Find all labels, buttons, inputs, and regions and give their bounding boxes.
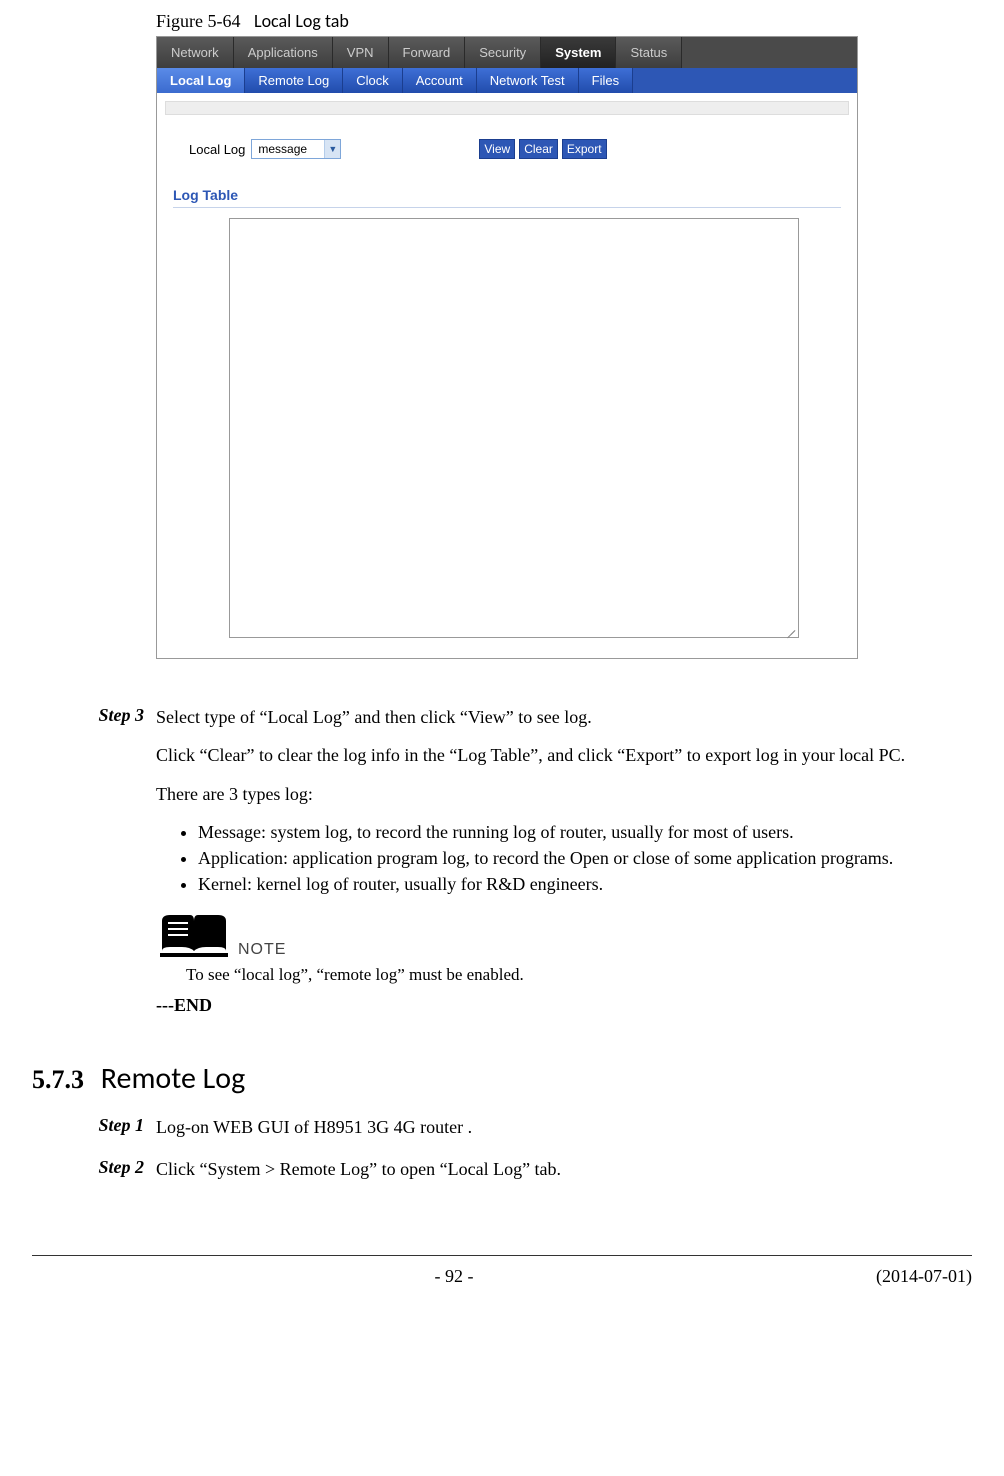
section-number: 5.7.3: [32, 1065, 84, 1094]
tab-security[interactable]: Security: [465, 37, 541, 68]
subtab-account[interactable]: Account: [403, 68, 477, 93]
tab-network[interactable]: Network: [157, 37, 234, 68]
tab-system[interactable]: System: [541, 37, 616, 68]
chevron-down-icon: ▼: [324, 140, 340, 158]
select-value: message: [252, 142, 324, 156]
sub-tab-bar: Local Log Remote Log Clock Account Netwo…: [157, 68, 857, 93]
subtab-local-log[interactable]: Local Log: [157, 68, 245, 93]
subtab-remote-log[interactable]: Remote Log: [245, 68, 343, 93]
figure-number: Figure 5-64: [156, 11, 241, 31]
remote-step2-label: Step 2: [32, 1157, 156, 1195]
end-marker: ---END: [156, 995, 972, 1016]
log-table-header: Log Table: [173, 187, 841, 208]
step3-p1: Select type of “Local Log” and then clic…: [156, 705, 972, 729]
step3-label: Step 3: [32, 705, 156, 1016]
remote-step1-text: Log-on WEB GUI of H8951 3G 4G router .: [156, 1115, 972, 1139]
clear-button[interactable]: Clear: [519, 139, 558, 159]
page-footer: - 92 - (2014-07-01): [32, 1255, 972, 1287]
resize-handle-icon[interactable]: [786, 625, 796, 635]
bullet-application: Application: application program log, to…: [198, 846, 972, 870]
local-log-label: Local Log: [189, 142, 245, 157]
figure-title: Local Log tab: [254, 10, 349, 32]
tab-vpn[interactable]: VPN: [333, 37, 389, 68]
tab-status[interactable]: Status: [616, 37, 682, 68]
view-button[interactable]: View: [479, 139, 515, 159]
tab-applications[interactable]: Applications: [234, 37, 333, 68]
note-book-icon: [156, 907, 232, 959]
local-log-select[interactable]: message ▼: [251, 139, 341, 159]
page-number: - 92 -: [32, 1266, 876, 1287]
step3-p3: There are 3 types log:: [156, 782, 972, 806]
top-tab-bar: Network Applications VPN Forward Securit…: [157, 37, 857, 68]
section-remote-log: 5.7.3 Remote Log: [32, 1060, 972, 1097]
subtab-network-test[interactable]: Network Test: [477, 68, 579, 93]
tab-forward[interactable]: Forward: [389, 37, 466, 68]
log-types-list: Message: system log, to record the runni…: [156, 820, 972, 897]
remote-step1-label: Step 1: [32, 1115, 156, 1153]
bullet-kernel: Kernel: kernel log of router, usually fo…: [198, 872, 972, 896]
subtab-clock[interactable]: Clock: [343, 68, 403, 93]
subtab-files[interactable]: Files: [579, 68, 633, 93]
bullet-message: Message: system log, to record the runni…: [198, 820, 972, 844]
export-button[interactable]: Export: [562, 139, 607, 159]
figure-caption: Figure 5-64 Local Log tab: [156, 10, 972, 32]
log-table-textarea[interactable]: [229, 218, 799, 638]
section-title: Remote Log: [101, 1060, 245, 1097]
footer-date: (2014-07-01): [876, 1266, 972, 1287]
note-text: To see “local log”, “remote log” must be…: [186, 965, 972, 985]
note-label: NOTE: [238, 941, 286, 959]
step3-p2: Click “Clear” to clear the log info in t…: [156, 743, 972, 767]
content-top-bar: [165, 101, 849, 115]
screenshot-local-log-tab: Network Applications VPN Forward Securit…: [156, 36, 858, 659]
remote-step2-text: Click “System > Remote Log” to open “Loc…: [156, 1157, 972, 1181]
